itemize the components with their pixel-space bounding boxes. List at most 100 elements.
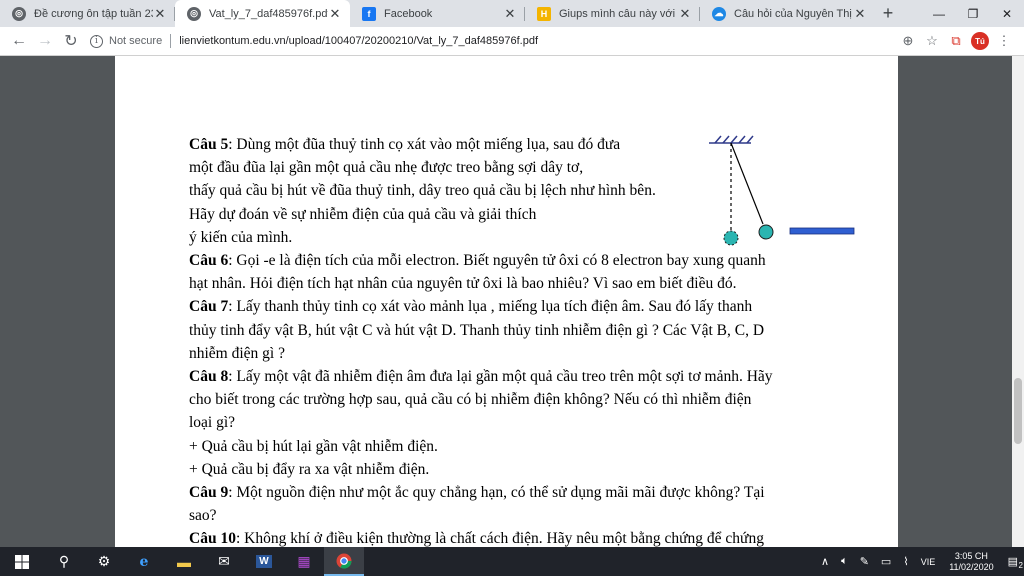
line-text: thấy quả cầu bị hút về đũa thuỷ tinh, dâ… bbox=[189, 182, 656, 200]
notifications-icon[interactable]: ▤ 2 bbox=[1002, 555, 1024, 570]
doc-line: thủy tinh đẩy vật B, hút vật C và hút vậ… bbox=[189, 322, 764, 340]
word-icon[interactable]: W bbox=[244, 547, 284, 576]
pdf-viewer: Câu 5: Dùng một đũa thuỷ tinh cọ xát vào… bbox=[0, 56, 1024, 547]
tab-4[interactable]: ☁ Câu hỏi của Nguyễn Thị lệ Quy ✕ bbox=[700, 0, 875, 27]
doc-line: nhiễm điện gì ? bbox=[189, 345, 285, 363]
forward-icon[interactable]: → bbox=[32, 28, 58, 54]
doc-line: Câu 5: Dùng một đũa thuỷ tinh cọ xát vào… bbox=[189, 136, 620, 154]
close-icon[interactable]: ✕ bbox=[678, 6, 692, 22]
ball-initial-position bbox=[723, 230, 739, 246]
new-tab-button[interactable]: + bbox=[875, 0, 901, 27]
close-icon[interactable]: ✕ bbox=[853, 6, 867, 22]
tab-3[interactable]: H Giups mình câu này với ạ..! Biế ✕ bbox=[525, 0, 700, 27]
tab-title: Câu hỏi của Nguyễn Thị lệ Quy bbox=[734, 7, 853, 20]
tab-1[interactable]: ◎ Vat_ly_7_daf485976f.pdf ✕ bbox=[175, 0, 350, 27]
tab-0[interactable]: ◎ Đề cương ôn tập tuần 23 ✕ bbox=[0, 0, 175, 27]
line-text: loại gì? bbox=[189, 414, 236, 432]
close-window-icon[interactable]: ✕ bbox=[990, 0, 1024, 27]
extension-icon[interactable]: ⧉ bbox=[944, 30, 968, 52]
close-icon[interactable]: ✕ bbox=[503, 6, 517, 22]
avatar: Tú bbox=[971, 32, 989, 50]
globe-icon: ◎ bbox=[12, 6, 26, 21]
doc-line: sao? bbox=[189, 507, 217, 525]
clock-date: 11/02/2020 bbox=[949, 561, 994, 572]
restore-icon[interactable]: ❐ bbox=[956, 0, 990, 27]
line-text: : Dùng một đũa thuỷ tinh cọ xát vào một … bbox=[228, 136, 621, 153]
bookmark-star-icon[interactable]: ☆ bbox=[920, 30, 944, 52]
doc-line: Câu 9: Một nguồn điện như một ắc quy chẳ… bbox=[189, 484, 765, 502]
browser-toolbar: ← → ↻ i Not secure lienvietkontum.edu.vn… bbox=[0, 27, 1024, 56]
tab-strip: ◎ Đề cương ôn tập tuần 23 ✕ ◎ Vat_ly_7_d… bbox=[0, 0, 1024, 27]
doc-line: Câu 10: Không khí ở điều kiện thường là … bbox=[189, 530, 764, 547]
toolbar-actions: ⊕ ☆ ⧉ Tú ⋮ bbox=[896, 30, 1016, 52]
scrollbar-track[interactable] bbox=[1012, 56, 1024, 547]
hoc24-icon: H bbox=[537, 6, 551, 21]
menu-icon[interactable]: ⋮ bbox=[992, 30, 1016, 52]
edge-browser-icon[interactable]: e bbox=[124, 547, 164, 576]
network-icon[interactable]: ⌇ bbox=[897, 555, 914, 568]
search-icon[interactable]: ⚲ bbox=[44, 547, 84, 576]
ball-deflected bbox=[758, 224, 774, 240]
volume-icon[interactable]: 🔈︎ bbox=[835, 555, 854, 568]
line-text: ý kiến của mình. bbox=[189, 228, 293, 246]
chevron-up-icon[interactable]: ∧ bbox=[815, 555, 835, 568]
zoom-icon[interactable]: ⊕ bbox=[896, 30, 920, 52]
line-text: : Lấy thanh thủy tinh cọ xát vào mảnh lụ… bbox=[228, 298, 753, 316]
pendulum-figure bbox=[709, 135, 855, 246]
question-number: Câu 10 bbox=[189, 530, 236, 547]
file-explorer-icon[interactable]: ▬ bbox=[164, 547, 204, 576]
line-text: : Không khí ở điều kiện thường là chất c… bbox=[235, 530, 764, 547]
close-icon[interactable]: ✕ bbox=[328, 6, 342, 22]
window-controls: — ❐ ✕ bbox=[922, 0, 1024, 27]
settings-gear-icon[interactable]: ⚙ bbox=[84, 547, 124, 576]
line-text: một đầu đũa lại gần một quả cầu nhẹ được… bbox=[189, 159, 584, 177]
chrome-icon[interactable] bbox=[324, 547, 364, 576]
facebook-icon: f bbox=[362, 6, 376, 21]
tab-title: Đề cương ôn tập tuần 23 bbox=[34, 7, 153, 20]
address-bar[interactable]: i Not secure lienvietkontum.edu.vn/uploa… bbox=[90, 30, 538, 52]
clock[interactable]: 3:05 CH 11/02/2020 bbox=[941, 551, 1001, 573]
back-icon[interactable]: ← bbox=[6, 28, 32, 54]
line-text: nhiễm điện gì ? bbox=[189, 344, 285, 362]
mail-icon[interactable]: ✉ bbox=[204, 547, 244, 576]
tab-2[interactable]: f Facebook ✕ bbox=[350, 0, 525, 27]
question-number: Câu 7 bbox=[189, 298, 229, 316]
line-text: + Quả cầu bị đẩy ra xa vật nhiễm điện. bbox=[189, 460, 430, 478]
doc-line: thấy quả cầu bị hút về đũa thuỷ tinh, dâ… bbox=[189, 182, 656, 200]
scrollbar-thumb[interactable] bbox=[1014, 378, 1022, 444]
question-number: Câu 8 bbox=[189, 368, 229, 385]
doc-line: một đầu đũa lại gần một quả cầu nhẹ được… bbox=[189, 159, 583, 177]
tab-title: Facebook bbox=[384, 7, 433, 20]
keyboard-language[interactable]: VIE bbox=[915, 557, 942, 567]
question-number: Câu 6 bbox=[189, 252, 229, 269]
doc-line: ý kiến của mình. bbox=[189, 229, 292, 247]
reload-icon[interactable]: ↻ bbox=[58, 28, 84, 54]
not-secure-label: Not secure bbox=[109, 35, 163, 47]
globe-icon: ◎ bbox=[187, 6, 201, 21]
divider bbox=[170, 34, 172, 48]
pdf-page: Câu 5: Dùng một đũa thuỷ tinh cọ xát vào… bbox=[115, 56, 898, 547]
pen-icon[interactable]: ✎ bbox=[854, 555, 875, 568]
line-text: cho biết trong các trường hợp sau, quả c… bbox=[189, 391, 752, 409]
ceiling-hatch bbox=[709, 135, 754, 144]
line-text: hạt nhân. Hỏi điện tích hạt nhân của ngu… bbox=[189, 275, 737, 293]
battery-icon[interactable]: ▭ bbox=[875, 555, 897, 568]
profile-button[interactable]: Tú bbox=[968, 30, 992, 52]
notification-count: 2 bbox=[1018, 561, 1023, 570]
doc-line: + Quả cầu bị đẩy ra xa vật nhiễm điện. bbox=[189, 461, 429, 479]
question-number: Câu 5 bbox=[189, 136, 229, 153]
line-text: sao? bbox=[189, 507, 217, 525]
doc-line: loại gì? bbox=[189, 414, 235, 432]
close-icon[interactable]: ✕ bbox=[153, 6, 167, 22]
question-number: Câu 9 bbox=[189, 484, 229, 501]
url-text[interactable]: lienvietkontum.edu.vn/upload/100407/2020… bbox=[179, 35, 538, 47]
info-icon[interactable]: i bbox=[90, 34, 103, 48]
minimize-icon[interactable]: — bbox=[922, 0, 956, 27]
doc-line: Câu 6: Gọi -e là điện tích của mỗi elect… bbox=[189, 252, 766, 270]
line-text: + Quả cầu bị hút lại gần vật nhiễm điện. bbox=[189, 437, 438, 455]
doc-line: Câu 7: Lấy thanh thủy tinh cọ xát vào mả… bbox=[189, 298, 752, 316]
line-text: Hãy dự đoán về sự nhiễm điện của quả cầu… bbox=[189, 205, 537, 223]
winrar-icon[interactable]: ▦ bbox=[284, 547, 324, 576]
windows-start-icon[interactable] bbox=[0, 547, 44, 576]
line-text: : Lấy một vật đã nhiễm điện âm đưa lại g… bbox=[228, 368, 773, 385]
